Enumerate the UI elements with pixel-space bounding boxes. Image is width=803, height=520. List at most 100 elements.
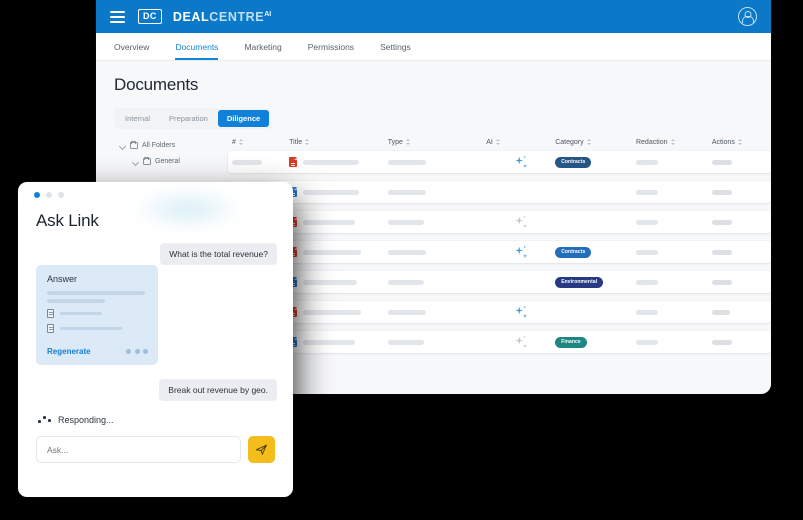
- cell-actions[interactable]: [712, 250, 771, 255]
- cell-actions[interactable]: [712, 280, 771, 285]
- window-dot-1[interactable]: [34, 192, 40, 198]
- chat-messages: What is the total revenue? Answer Regene…: [18, 243, 293, 401]
- sort-icon[interactable]: [496, 139, 500, 144]
- cell-type: [388, 280, 487, 285]
- cell-actions[interactable]: [712, 190, 771, 195]
- folder-item-all-folders[interactable]: All Folders: [120, 142, 225, 149]
- cell-actions[interactable]: [712, 310, 771, 315]
- chevron-down-icon[interactable]: [120, 143, 126, 149]
- nav-tab-documents[interactable]: Documents: [175, 42, 218, 60]
- answer-text-placeholder: [47, 291, 145, 295]
- regenerate-button[interactable]: Regenerate: [47, 347, 91, 356]
- cell-title[interactable]: [289, 157, 388, 167]
- folder-icon: [130, 142, 138, 149]
- action-placeholder[interactable]: [712, 250, 732, 255]
- column-header-label: Actions: [712, 139, 735, 146]
- value-placeholder: [303, 190, 359, 195]
- value-placeholder: [232, 160, 262, 165]
- sort-icon[interactable]: [671, 139, 675, 144]
- logo-light-text: CENTRE: [209, 10, 264, 24]
- segment-preparation[interactable]: Preparation: [160, 110, 217, 127]
- cell-title[interactable]: [289, 277, 388, 287]
- action-placeholder[interactable]: [712, 160, 732, 165]
- value-placeholder: [388, 160, 426, 165]
- cell-type: [388, 340, 487, 345]
- folder-item-general[interactable]: General: [120, 158, 225, 165]
- action-placeholder[interactable]: [712, 280, 732, 285]
- sort-icon[interactable]: [738, 139, 742, 144]
- value-placeholder: [303, 160, 359, 165]
- nav-tab-settings[interactable]: Settings: [380, 42, 411, 60]
- citation-row[interactable]: [47, 324, 148, 333]
- value-placeholder: [388, 310, 426, 315]
- cell-title[interactable]: [289, 187, 388, 197]
- nav-tab-permissions[interactable]: Permissions: [308, 42, 354, 60]
- citation-row[interactable]: [47, 309, 148, 318]
- window-dot-2[interactable]: [46, 192, 52, 198]
- cell-category: Environmental: [555, 277, 636, 288]
- segmented-control: InternalPreparationDiligence: [114, 108, 271, 129]
- column-header-[interactable]: #: [232, 139, 289, 146]
- cell-actions[interactable]: [712, 220, 771, 225]
- column-header-label: Redaction: [636, 139, 668, 146]
- logo-mark: DC: [138, 9, 162, 24]
- logo-superscript: AI: [264, 10, 271, 17]
- status-badge: Contracts: [555, 247, 591, 258]
- column-header-category[interactable]: Category: [555, 139, 636, 146]
- ask-input[interactable]: [36, 436, 241, 463]
- column-header-type[interactable]: Type: [388, 139, 487, 146]
- nav-tab-marketing[interactable]: Marketing: [244, 42, 281, 60]
- column-header-ai[interactable]: AI: [486, 139, 555, 146]
- ai-sparkle-icon[interactable]: [514, 216, 527, 229]
- action-placeholder[interactable]: [712, 220, 732, 225]
- segment-diligence[interactable]: Diligence: [218, 110, 269, 127]
- citation-placeholder: [60, 327, 122, 330]
- cell-redaction: [636, 190, 712, 195]
- user-avatar-icon[interactable]: [738, 7, 757, 26]
- table-row[interactable]: [228, 211, 771, 233]
- action-placeholder[interactable]: [712, 340, 732, 345]
- cell-redaction: [636, 310, 712, 315]
- window-dots: [18, 182, 293, 198]
- table-row[interactable]: Environmental: [228, 271, 771, 293]
- window-dot-3[interactable]: [58, 192, 64, 198]
- ai-sparkle-icon[interactable]: [514, 246, 527, 259]
- action-placeholder[interactable]: [712, 310, 730, 315]
- cell-title[interactable]: [289, 307, 388, 317]
- table-row[interactable]: Finance: [228, 331, 771, 353]
- column-header-label: #: [232, 139, 236, 146]
- sort-icon[interactable]: [587, 139, 591, 144]
- logo-bold-text: DEAL: [173, 10, 209, 24]
- action-placeholder[interactable]: [712, 190, 732, 195]
- answer-card: Answer Regenerate: [36, 265, 158, 365]
- folder-tree: All Folders General: [120, 142, 225, 174]
- hamburger-icon[interactable]: [110, 11, 125, 23]
- table-row[interactable]: [228, 301, 771, 323]
- value-placeholder: [303, 280, 357, 285]
- table-row[interactable]: Contracts: [228, 151, 771, 173]
- cell-actions[interactable]: [712, 160, 771, 165]
- sort-icon[interactable]: [239, 139, 243, 144]
- table-row[interactable]: [228, 181, 771, 203]
- value-placeholder: [303, 250, 361, 255]
- column-header-title[interactable]: Title: [289, 139, 388, 146]
- cell-actions[interactable]: [712, 340, 771, 345]
- segment-internal[interactable]: Internal: [116, 110, 159, 127]
- send-button[interactable]: [248, 436, 275, 463]
- ai-sparkle-icon[interactable]: [514, 306, 527, 319]
- primary-nav-tabs: Overview Documents Marketing Permissions Set…: [96, 33, 771, 61]
- ai-sparkle-icon[interactable]: [514, 156, 527, 169]
- cell-title[interactable]: [289, 337, 388, 347]
- cell-type: [388, 250, 487, 255]
- column-header-actions[interactable]: Actions: [712, 139, 771, 146]
- cell-type: [388, 190, 487, 195]
- cell-title[interactable]: [289, 217, 388, 227]
- sort-icon[interactable]: [406, 139, 410, 144]
- chevron-down-icon[interactable]: [133, 159, 139, 165]
- sort-icon[interactable]: [305, 139, 309, 144]
- cell-title[interactable]: [289, 247, 388, 257]
- table-row[interactable]: Contracts: [228, 241, 771, 263]
- nav-tab-overview[interactable]: Overview: [114, 42, 149, 60]
- column-header-redaction[interactable]: Redaction: [636, 139, 712, 146]
- ai-sparkle-icon[interactable]: [514, 336, 527, 349]
